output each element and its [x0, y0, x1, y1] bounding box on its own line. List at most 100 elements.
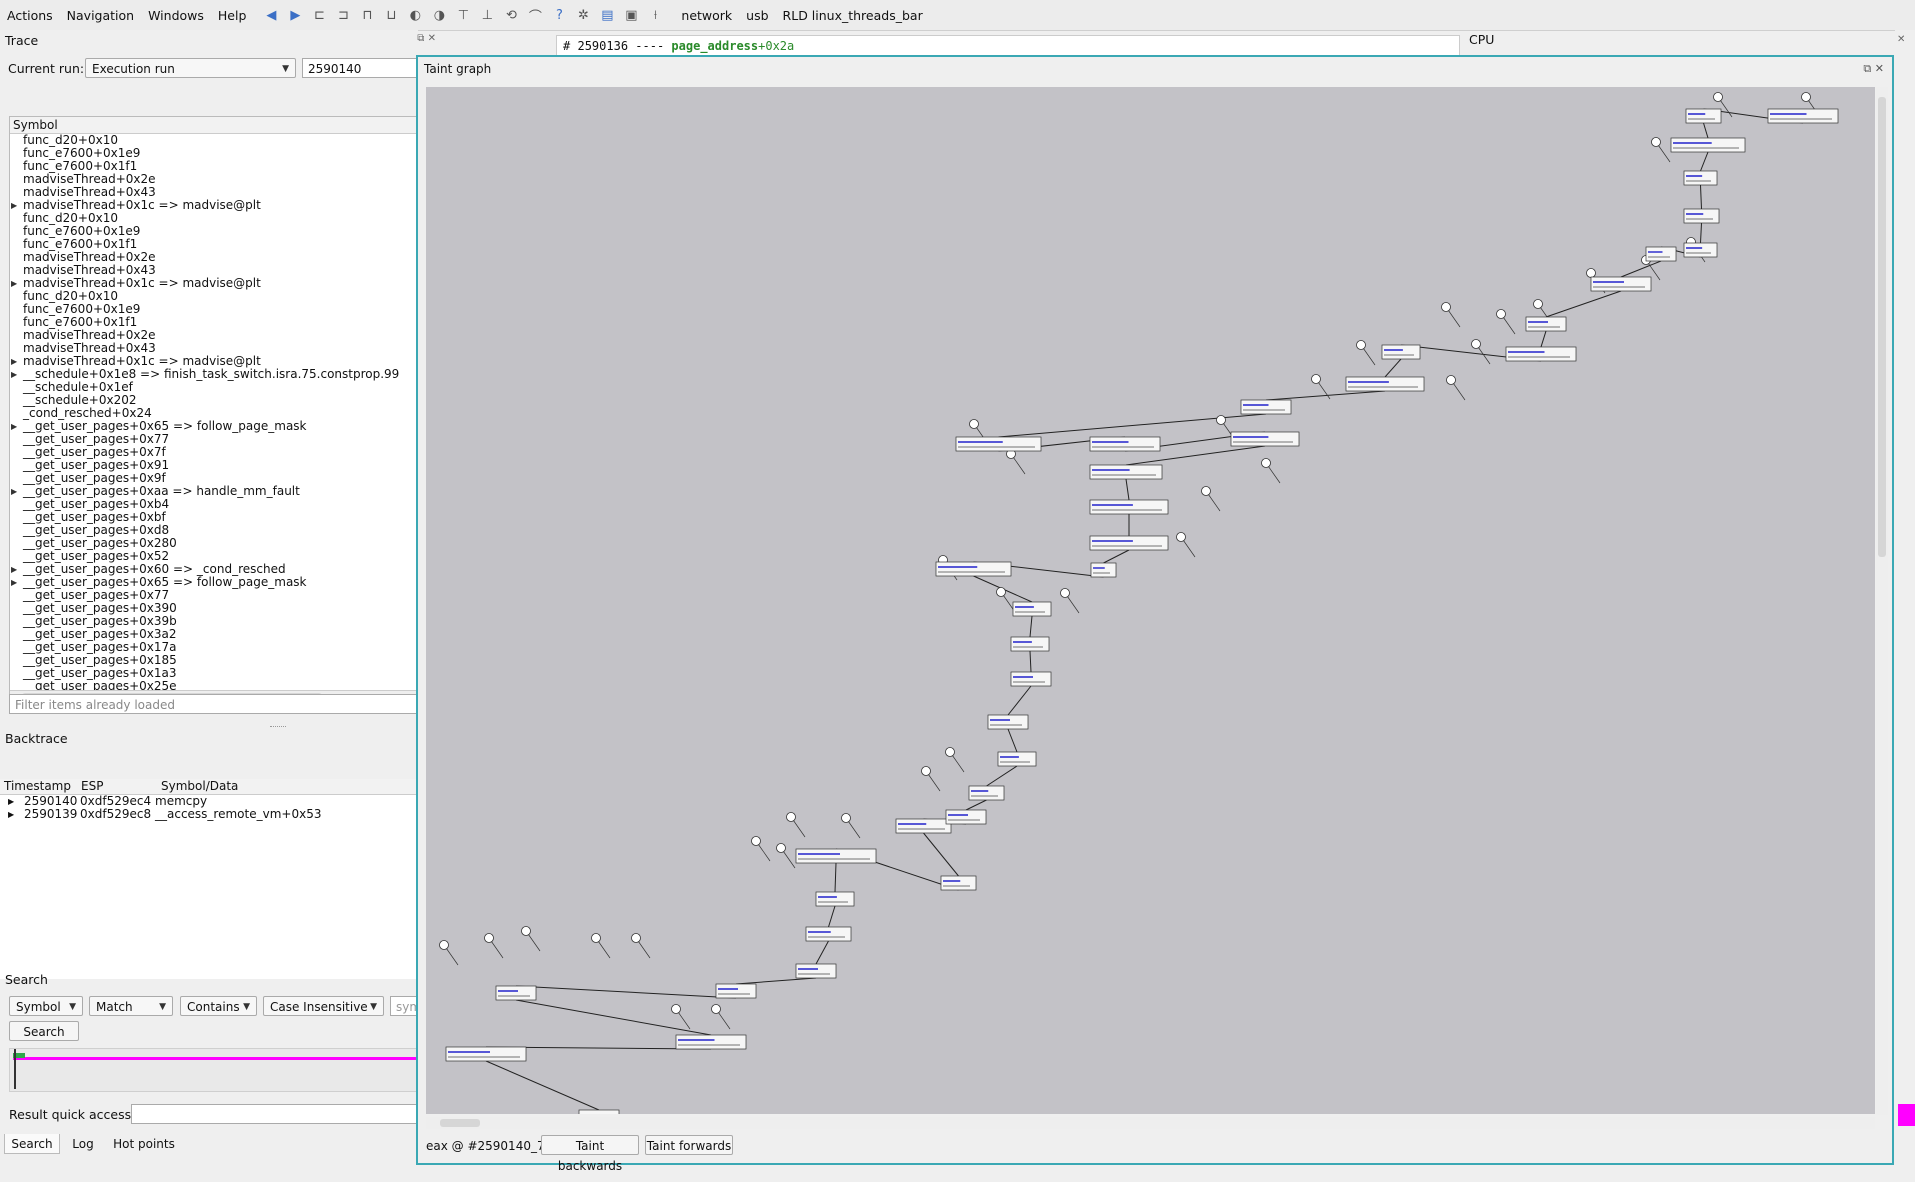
search-field-select[interactable]: Symbol ▼ [9, 996, 83, 1016]
float-icon[interactable]: ⧉ ✕ [417, 33, 436, 44]
taint-backwards-button[interactable]: Taint backwards [541, 1135, 639, 1173]
node-box[interactable] [1767, 108, 1839, 124]
expand-arrow-icon[interactable]: ▶ [11, 368, 17, 381]
node-box[interactable] [715, 983, 757, 999]
expand-arrow-icon[interactable]: ▶ [11, 355, 17, 368]
current-run-select[interactable]: Execution run ▼ [85, 58, 296, 78]
back-arrow-icon[interactable]: ◀ [261, 5, 281, 25]
node-box[interactable] [495, 985, 537, 1001]
node-box[interactable] [1012, 601, 1052, 617]
link-icon[interactable]: ⌒ [525, 5, 545, 25]
expand-arrow-icon[interactable]: ▶ [11, 420, 17, 433]
node-box[interactable] [895, 818, 952, 834]
node-box[interactable] [1345, 376, 1425, 392]
node-box[interactable] [1089, 464, 1163, 480]
menu-navigation[interactable]: Navigation [60, 8, 141, 23]
window-icon[interactable]: ▤ [597, 5, 617, 25]
node-box[interactable] [815, 891, 855, 907]
save-icon[interactable]: ▣ [621, 5, 641, 25]
close-icon[interactable]: ✕ [1897, 34, 1905, 45]
node-box[interactable] [1683, 208, 1720, 224]
node-box[interactable] [1670, 137, 1746, 153]
address-symbol[interactable]: page_address [671, 39, 758, 53]
node-box[interactable] [1381, 344, 1421, 360]
graph-horizontal-scrollbar[interactable] [426, 1117, 1875, 1129]
node-box[interactable] [805, 926, 852, 942]
node-box[interactable] [1010, 671, 1052, 687]
timestamp-field[interactable]: 2590140 [302, 58, 418, 78]
node-box[interactable] [1685, 108, 1722, 124]
network-label[interactable]: network [681, 8, 732, 23]
forward-arrow-icon[interactable]: ▶ [285, 5, 305, 25]
symbol-data-column-header[interactable]: Symbol/Data [157, 779, 238, 794]
contains-select[interactable]: Contains ▼ [180, 996, 257, 1016]
node-box[interactable] [675, 1034, 747, 1050]
node-box[interactable] [1089, 535, 1169, 551]
node-box[interactable] [935, 561, 1012, 577]
timeline-track[interactable] [9, 1048, 433, 1092]
address-timestamp[interactable]: 2590136 [577, 39, 628, 53]
node-box[interactable] [955, 436, 1042, 452]
step-icon[interactable]: ⊏ [309, 5, 329, 25]
node-box[interactable] [1010, 636, 1050, 652]
backtrace-row[interactable]: ▶ 2590139 0xdf529ec8 __access_remote_vm+… [0, 808, 418, 821]
taint-graph-canvas[interactable] [426, 87, 1875, 1114]
expand-arrow-icon[interactable]: ▶ [8, 795, 14, 808]
menu-actions[interactable]: Actions [0, 8, 60, 23]
node-box[interactable] [1240, 399, 1292, 415]
taint-graph-svg[interactable] [426, 87, 1875, 1114]
usb-label[interactable]: usb [746, 8, 768, 23]
menu-windows[interactable]: Windows [141, 8, 211, 23]
node-box[interactable] [1525, 316, 1567, 332]
rewind-icon[interactable]: ◐ [405, 5, 425, 25]
tab-log[interactable]: Log [64, 1134, 102, 1154]
result-quick-access-input[interactable] [131, 1104, 418, 1124]
goto-end-icon[interactable]: ⊥ [477, 5, 497, 25]
node-box[interactable] [1683, 170, 1718, 186]
node-box[interactable] [945, 809, 987, 825]
plugin-icon[interactable]: ✲ [573, 5, 593, 25]
taint-forwards-button[interactable]: Taint forwards [645, 1135, 733, 1155]
goto-start-icon[interactable]: ⊤ [453, 5, 473, 25]
menu-help[interactable]: Help [211, 8, 254, 23]
filter-input[interactable]: Filter items already loaded [9, 694, 418, 714]
symbol-column-header[interactable]: Symbol [10, 117, 418, 134]
node-box[interactable] [1089, 436, 1161, 452]
match-select[interactable]: Match ▼ [89, 996, 173, 1016]
splitter-handle[interactable] [270, 726, 286, 731]
node-box[interactable] [987, 714, 1029, 730]
timestamp-column-header[interactable]: Timestamp [0, 779, 77, 794]
tab-hot-points[interactable]: Hot points [108, 1134, 180, 1154]
node-box[interactable] [578, 1109, 620, 1114]
node-box[interactable] [445, 1046, 527, 1062]
graph-vertical-scrollbar[interactable] [1876, 87, 1888, 1115]
play-icon[interactable]: ◑ [429, 5, 449, 25]
step-out-icon[interactable]: ⊔ [381, 5, 401, 25]
search-button[interactable]: Search [9, 1021, 79, 1041]
node-box[interactable] [1505, 346, 1577, 362]
node-box[interactable] [940, 875, 977, 891]
node-box[interactable] [1230, 431, 1300, 447]
node-box[interactable] [1590, 276, 1652, 292]
step-over-icon[interactable]: ⊐ [333, 5, 353, 25]
expand-arrow-icon[interactable]: ▶ [11, 277, 17, 290]
expand-arrow-icon[interactable]: ▶ [11, 485, 17, 498]
node-box[interactable] [795, 963, 837, 979]
expand-arrow-icon[interactable]: ▶ [11, 576, 17, 589]
case-select[interactable]: Case Insensitive ▼ [263, 996, 384, 1016]
timeline-cursor[interactable] [14, 1049, 16, 1089]
node-box[interactable] [968, 785, 1005, 801]
expand-arrow-icon[interactable]: ▶ [8, 808, 14, 821]
node-box[interactable] [997, 751, 1037, 767]
search-query-input[interactable]: sym [390, 996, 418, 1016]
rld-label[interactable]: RLD linux_threads_bar [783, 8, 923, 23]
close-icon[interactable]: ⧉ ✕ [1863, 57, 1884, 81]
node-box[interactable] [1089, 499, 1169, 515]
tab-search[interactable]: Search [4, 1134, 60, 1154]
node-box[interactable] [1090, 562, 1117, 578]
expand-arrow-icon[interactable]: ▶ [11, 563, 17, 576]
esp-column-header[interactable]: ESP [77, 779, 157, 794]
node-box[interactable] [1645, 246, 1677, 262]
sync-icon[interactable]: ⟲ [501, 5, 521, 25]
expand-arrow-icon[interactable]: ▶ [11, 199, 17, 212]
